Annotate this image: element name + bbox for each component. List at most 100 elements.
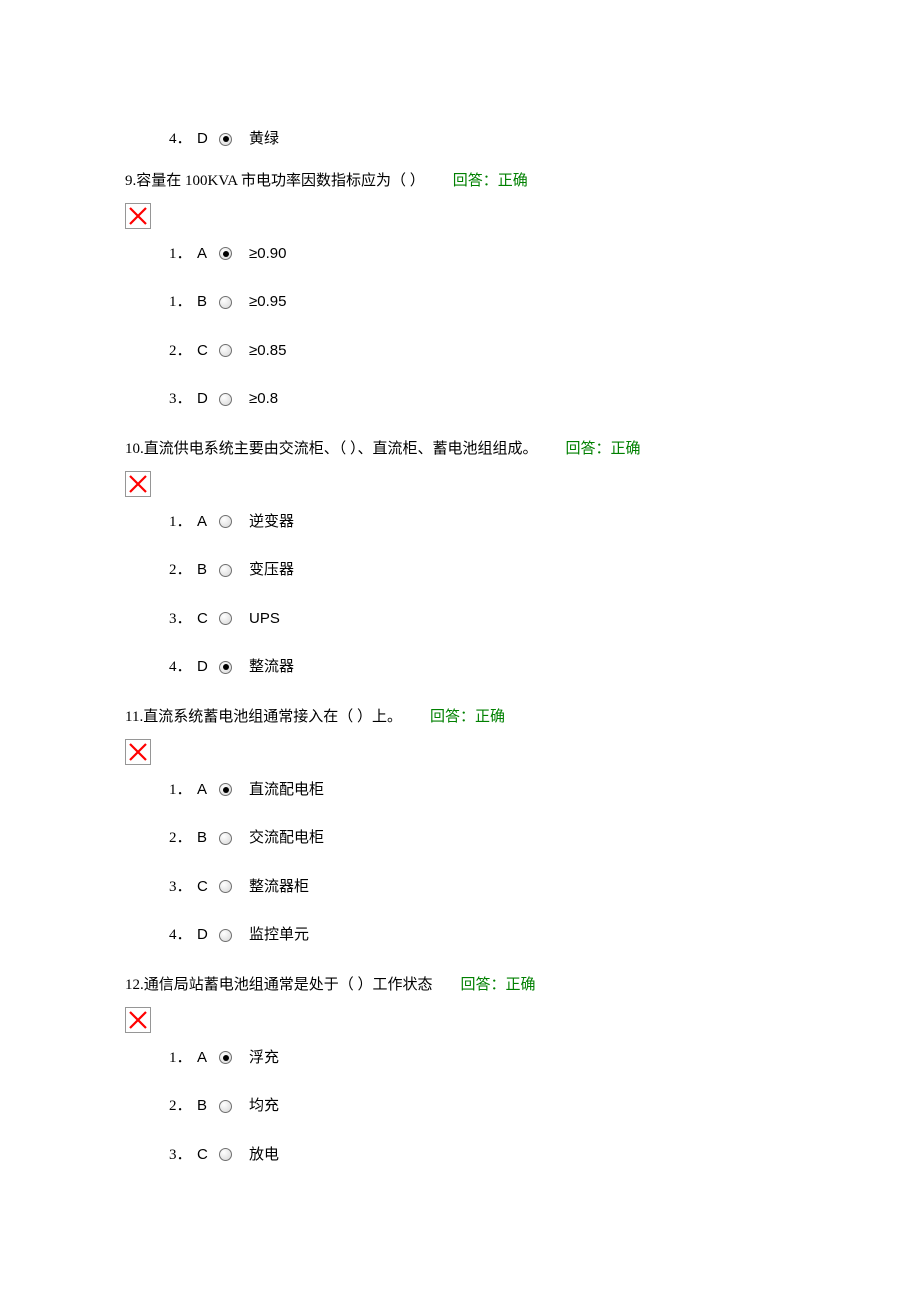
options-list: 1．A≥0.901．B≥0.952．C≥0.853．D≥0.8 (125, 243, 795, 411)
radio-icon[interactable] (219, 832, 232, 845)
radio-wrap (219, 393, 249, 406)
option-row: 1．A≥0.90 (169, 243, 795, 266)
option-letter: C (197, 340, 219, 363)
radio-icon[interactable] (219, 133, 232, 146)
question-number: 9. (125, 173, 136, 189)
question-block: 12.通信局站蓄电池组通常是处于（ ）工作状态回答：正确1．A浮充2．B均充3．… (125, 973, 795, 1167)
radio-icon[interactable] (219, 515, 232, 528)
close-icon[interactable] (125, 1007, 151, 1033)
option-number: 3． (169, 608, 197, 631)
radio-wrap (219, 564, 249, 577)
question-number: 10. (125, 441, 144, 457)
option-letter: B (197, 291, 219, 314)
radio-wrap (219, 1148, 249, 1161)
radio-icon[interactable] (219, 880, 232, 893)
question-block: 9.容量在 100KVA 市电功率因数指标应为（ ）回答：正确1．A≥0.901… (125, 169, 795, 411)
option-letter: D (197, 924, 219, 947)
option-row: 1．A逆变器 (169, 511, 795, 534)
question-block: 10.直流供电系统主要由交流柜、（ ）、直流柜、蓄电池组组成。回答：正确1．A逆… (125, 437, 795, 679)
option-row: 2．B均充 (169, 1095, 795, 1118)
question-text: 容量在 100KVA 市电功率因数指标应为（ ） (136, 173, 425, 189)
option-letter: B (197, 1095, 219, 1118)
option-text: 浮充 (249, 1047, 279, 1070)
radio-wrap (219, 247, 249, 260)
option-number: 2． (169, 340, 197, 363)
radio-icon[interactable] (219, 344, 232, 357)
feedback-text: 回答：正确 (453, 173, 528, 189)
option-letter: A (197, 511, 219, 534)
option-row: 3．D≥0.8 (169, 388, 795, 411)
option-letter: C (197, 608, 219, 631)
option-row: 2．B 交流配电柜 (169, 827, 795, 850)
radio-icon[interactable] (219, 393, 232, 406)
radio-icon[interactable] (219, 1148, 232, 1161)
close-icon[interactable] (125, 739, 151, 765)
radio-wrap (219, 515, 249, 528)
option-number: 1． (169, 291, 197, 314)
option-text: UPS (249, 608, 280, 631)
option-row: 1．A浮充 (169, 1047, 795, 1070)
radio-icon[interactable] (219, 247, 232, 260)
option-text: 变压器 (249, 559, 294, 582)
option-number: 1． (169, 779, 197, 802)
radio-wrap (219, 1051, 249, 1064)
option-text: ≥0.90 (249, 243, 286, 266)
feedback-text: 回答：正确 (461, 977, 536, 993)
options-list: 1．A浮充2．B均充3．C放电 (125, 1047, 795, 1167)
question-block: 11.直流系统蓄电池组通常接入在（ ）上。回答：正确1．A直流配电柜2．B交流配… (125, 705, 795, 947)
option-text: 交流配电柜 (249, 827, 324, 850)
option-number: 2． (169, 1095, 197, 1118)
option-row: 3．C UPS (169, 608, 795, 631)
radio-wrap (219, 612, 249, 625)
question-number: 12. (125, 977, 144, 993)
option-letter: C (197, 876, 219, 899)
option-row: 4．D 监控单元 (169, 924, 795, 947)
radio-icon[interactable] (219, 564, 232, 577)
question-text: 直流系统蓄电池组通常接入在（ ）上。 (143, 709, 402, 725)
option-text: 黄绿 (249, 128, 279, 151)
option-text: 逆变器 (249, 511, 294, 534)
question-text: 直流供电系统主要由交流柜、（ ）、直流柜、蓄电池组组成。 (144, 441, 538, 457)
option-row: 3．C整流器柜 (169, 876, 795, 899)
option-text: 直流配电柜 (249, 779, 324, 802)
option-row: 1．B ≥0.95 (169, 291, 795, 314)
radio-wrap (219, 880, 249, 893)
option-letter: D (197, 388, 219, 411)
radio-icon[interactable] (219, 1051, 232, 1064)
option-number: 1． (169, 243, 197, 266)
close-icon[interactable] (125, 471, 151, 497)
close-icon[interactable] (125, 203, 151, 229)
option-number: 3． (169, 876, 197, 899)
option-letter: A (197, 1047, 219, 1070)
option-text: 整流器 (249, 656, 294, 679)
radio-icon[interactable] (219, 783, 232, 796)
option-letter: B (197, 827, 219, 850)
radio-wrap (219, 783, 249, 796)
radio-icon[interactable] (219, 929, 232, 942)
option-text: 监控单元 (249, 924, 309, 947)
option-letter: C (197, 1144, 219, 1167)
option-number: 4． (169, 128, 197, 151)
option-number: 2． (169, 559, 197, 582)
radio-wrap (219, 133, 249, 146)
option-number: 2． (169, 827, 197, 850)
option-letter: A (197, 779, 219, 802)
radio-icon[interactable] (219, 296, 232, 309)
radio-wrap (219, 344, 249, 357)
question-line: 9.容量在 100KVA 市电功率因数指标应为（ ） 回答：正确 (125, 169, 795, 193)
radio-icon[interactable] (219, 612, 232, 625)
question-text: 通信局站蓄电池组通常是处于（ ）工作状态 (144, 977, 433, 993)
radio-wrap (219, 296, 249, 309)
radio-icon[interactable] (219, 661, 232, 674)
option-row: 2．B变压器 (169, 559, 795, 582)
options-list: 1．A逆变器2．B变压器3．CUPS4．D整流器 (125, 511, 795, 679)
question-line: 12.通信局站蓄电池组通常是处于（ ）工作状态 回答：正确 (125, 973, 795, 997)
option-row: 2．C≥0.85 (169, 340, 795, 363)
option-number: 4． (169, 656, 197, 679)
lead-option: 4． D 黄绿 (125, 128, 795, 151)
option-number: 4． (169, 924, 197, 947)
option-text: ≥0.95 (249, 291, 286, 314)
option-letter: D (197, 128, 219, 151)
option-text: 放电 (249, 1144, 279, 1167)
radio-icon[interactable] (219, 1100, 232, 1113)
